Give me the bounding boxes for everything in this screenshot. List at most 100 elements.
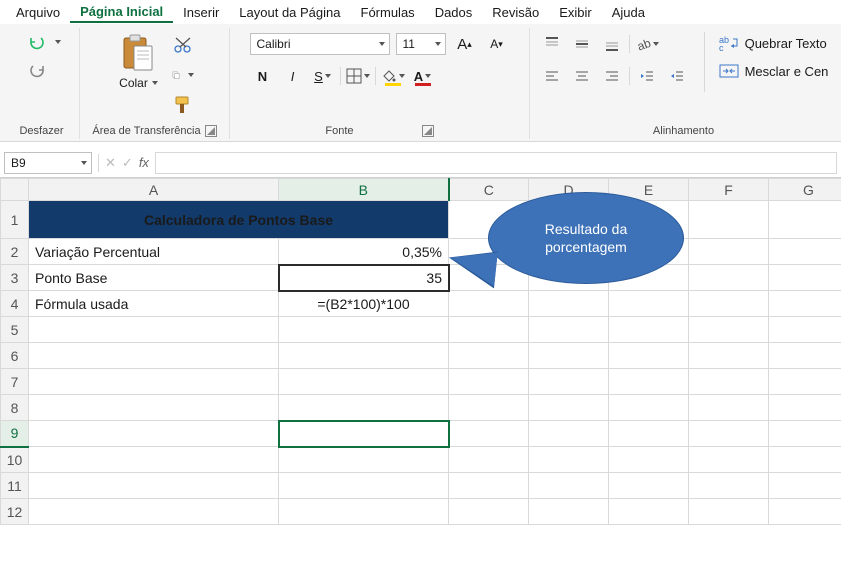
decrease-indent-button[interactable] [634, 64, 660, 88]
col-header-G[interactable]: G [769, 179, 841, 201]
merge-center-button[interactable]: Mesclar e Cen [719, 62, 829, 80]
cell-E11[interactable] [609, 473, 689, 499]
cell-G1[interactable] [769, 201, 841, 239]
cell-F5[interactable] [689, 317, 769, 343]
row-header-11[interactable]: 11 [1, 473, 29, 499]
cell-A5[interactable] [29, 317, 279, 343]
align-middle-button[interactable] [569, 32, 595, 56]
cell-B7[interactable] [279, 369, 449, 395]
cancel-formula-button[interactable]: ✕ [105, 155, 116, 171]
cell-E10[interactable] [609, 447, 689, 473]
cell-G8[interactable] [769, 395, 841, 421]
cell-E5[interactable] [609, 317, 689, 343]
cell-D7[interactable] [529, 369, 609, 395]
fill-color-button[interactable] [380, 64, 406, 88]
font-size-combo[interactable]: 11 [396, 33, 446, 55]
cell-E4[interactable] [609, 291, 689, 317]
row-header-4[interactable]: 4 [1, 291, 29, 317]
align-top-button[interactable] [539, 32, 565, 56]
menu-exibir[interactable]: Exibir [549, 3, 602, 22]
cell-G10[interactable] [769, 447, 841, 473]
cell-C6[interactable] [449, 343, 529, 369]
row-header-6[interactable]: 6 [1, 343, 29, 369]
row-header-12[interactable]: 12 [1, 499, 29, 525]
align-left-button[interactable] [539, 64, 565, 88]
cell-A10[interactable] [29, 447, 279, 473]
row-header-5[interactable]: 5 [1, 317, 29, 343]
menu-layout-da-pagina[interactable]: Layout da Página [229, 3, 350, 22]
select-all-corner[interactable] [1, 179, 29, 201]
cell-E9[interactable] [609, 421, 689, 447]
cell-A8[interactable] [29, 395, 279, 421]
row-header-7[interactable]: 7 [1, 369, 29, 395]
cell-B9[interactable] [279, 421, 449, 447]
enter-formula-button[interactable]: ✓ [122, 155, 133, 171]
menu-revisao[interactable]: Revisão [482, 3, 549, 22]
cell-C12[interactable] [449, 499, 529, 525]
italic-button[interactable]: I [280, 64, 306, 88]
align-bottom-button[interactable] [599, 32, 625, 56]
name-box[interactable]: B9 [4, 152, 92, 174]
cell-G6[interactable] [769, 343, 841, 369]
formula-input[interactable] [155, 152, 837, 174]
align-center-button[interactable] [569, 64, 595, 88]
cell-D12[interactable] [529, 499, 609, 525]
cell-C9[interactable] [449, 421, 529, 447]
cell-D6[interactable] [529, 343, 609, 369]
cell-D9[interactable] [529, 421, 609, 447]
fx-icon[interactable]: fx [139, 155, 149, 170]
cell-C10[interactable] [449, 447, 529, 473]
redo-button[interactable] [27, 60, 47, 83]
cell-F6[interactable] [689, 343, 769, 369]
cell-F10[interactable] [689, 447, 769, 473]
menu-ajuda[interactable]: Ajuda [602, 3, 655, 22]
wrap-text-button[interactable]: ab c Quebrar Texto [719, 34, 829, 52]
col-header-F[interactable]: F [689, 179, 769, 201]
cell-C4[interactable] [449, 291, 529, 317]
cell-D5[interactable] [529, 317, 609, 343]
cell-D11[interactable] [529, 473, 609, 499]
cell-G2[interactable] [769, 239, 841, 265]
cell-B6[interactable] [279, 343, 449, 369]
cell-B12[interactable] [279, 499, 449, 525]
cell-G3[interactable] [769, 265, 841, 291]
borders-button[interactable] [345, 64, 371, 88]
cell-C5[interactable] [449, 317, 529, 343]
cell-G12[interactable] [769, 499, 841, 525]
cell-C11[interactable] [449, 473, 529, 499]
cell-F9[interactable] [689, 421, 769, 447]
dialog-launcher-icon[interactable] [205, 125, 217, 137]
copy-button[interactable] [172, 64, 194, 86]
row-header-10[interactable]: 10 [1, 447, 29, 473]
cell-B4[interactable]: =(B2*100)*100 [279, 291, 449, 317]
col-header-A[interactable]: A [29, 179, 279, 201]
cell-F7[interactable] [689, 369, 769, 395]
cell-F11[interactable] [689, 473, 769, 499]
cell-D4[interactable] [529, 291, 609, 317]
menu-formulas[interactable]: Fórmulas [351, 3, 425, 22]
dialog-launcher-icon[interactable] [422, 125, 434, 137]
cell-A11[interactable] [29, 473, 279, 499]
callout-shape[interactable]: Resultado da porcentagem [488, 192, 684, 288]
undo-button[interactable] [27, 32, 61, 52]
cell-A9[interactable] [29, 421, 279, 447]
increase-indent-button[interactable] [664, 64, 690, 88]
row-header-3[interactable]: 3 [1, 265, 29, 291]
row-header-1[interactable]: 1 [1, 201, 29, 239]
cell-D10[interactable] [529, 447, 609, 473]
cell-B11[interactable] [279, 473, 449, 499]
cell-B3[interactable]: 35 [279, 265, 449, 291]
font-name-combo[interactable]: Calibri [250, 33, 390, 55]
cell-E6[interactable] [609, 343, 689, 369]
cell-A3[interactable]: Ponto Base [29, 265, 279, 291]
shrink-font-button[interactable]: A▾ [484, 32, 510, 56]
font-color-button[interactable]: A [410, 64, 436, 88]
cell-F8[interactable] [689, 395, 769, 421]
cell-F12[interactable] [689, 499, 769, 525]
cell-B5[interactable] [279, 317, 449, 343]
col-header-B[interactable]: B [279, 179, 449, 201]
cell-B8[interactable] [279, 395, 449, 421]
align-right-button[interactable] [599, 64, 625, 88]
cell-A2[interactable]: Variação Percentual [29, 239, 279, 265]
cell-E7[interactable] [609, 369, 689, 395]
